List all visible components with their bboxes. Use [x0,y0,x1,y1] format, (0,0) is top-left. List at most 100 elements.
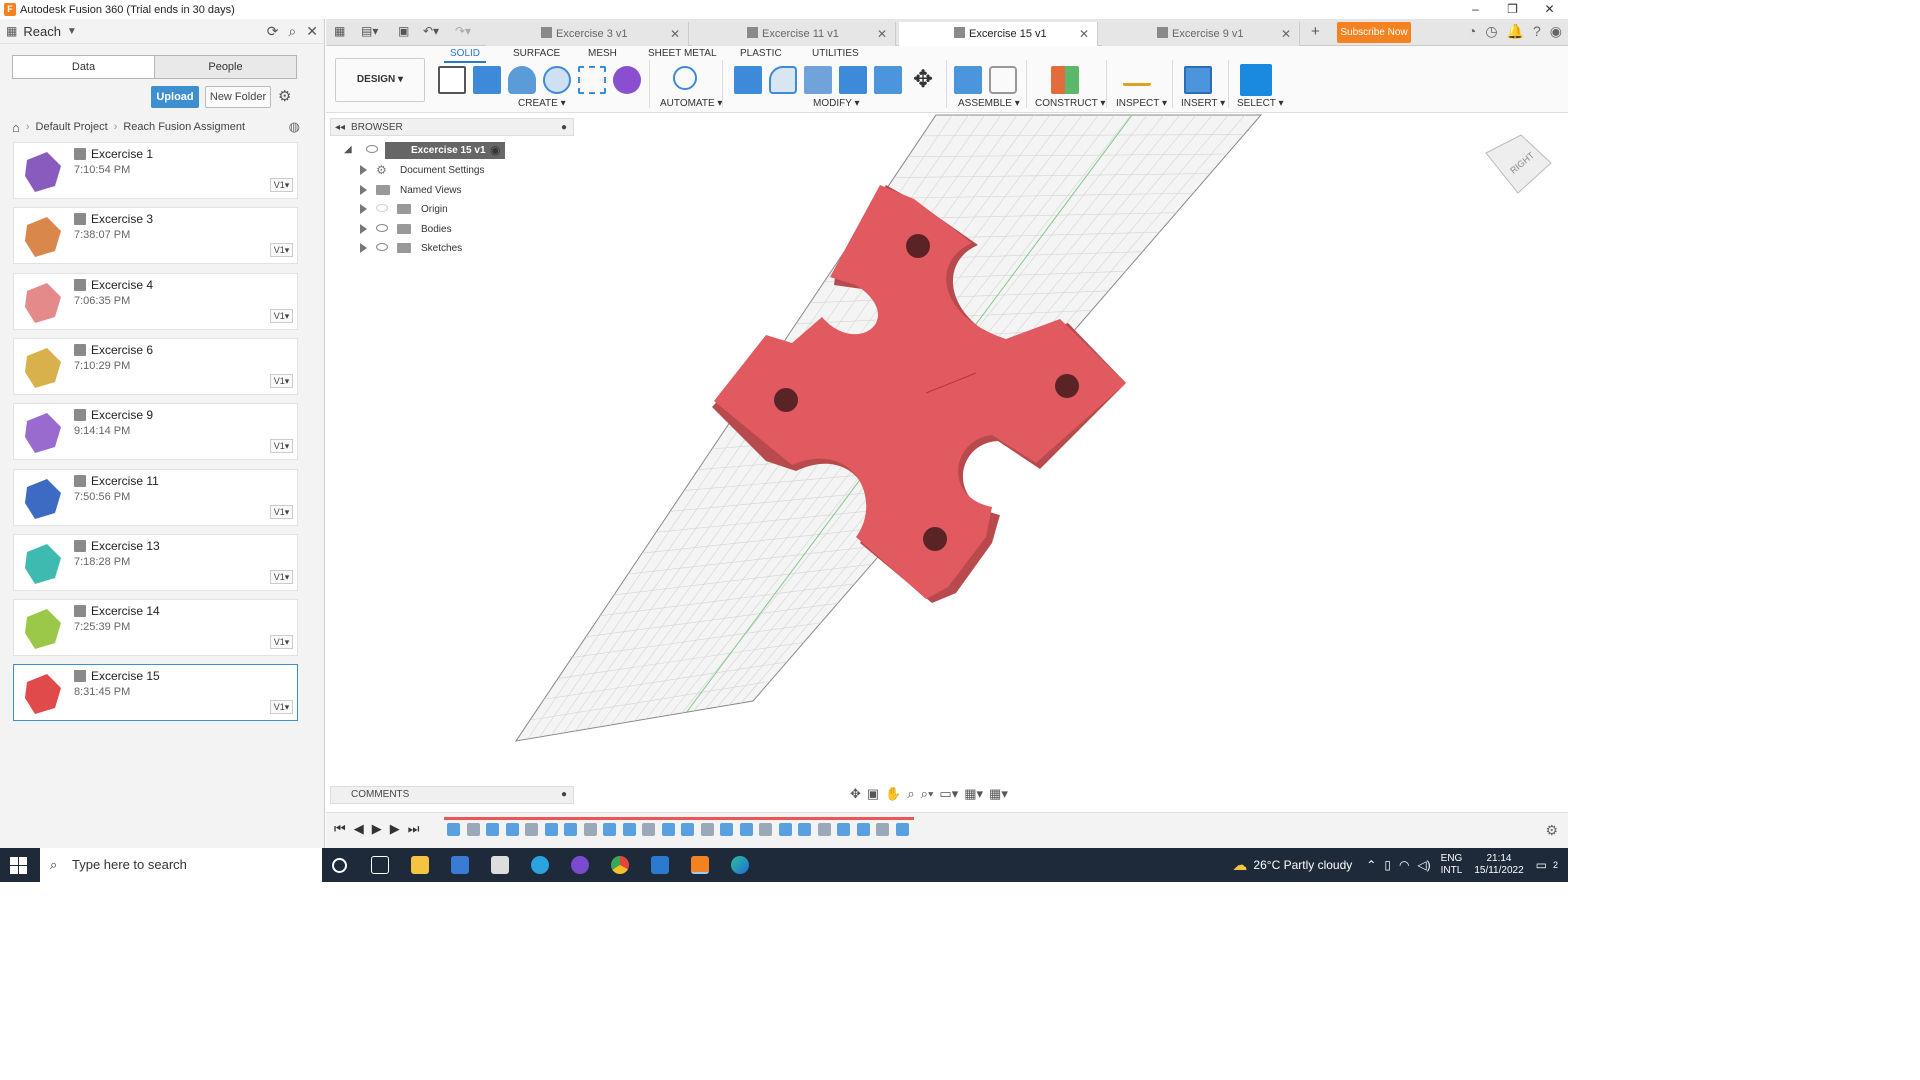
home-icon[interactable]: ⌂ [12,120,20,135]
step-forward-icon[interactable]: ▶ [390,821,400,837]
tab-solid[interactable]: SOLID [443,48,487,63]
expand-triangle-icon[interactable] [360,204,367,215]
visibility-icon[interactable] [376,223,388,232]
close-tab-icon[interactable]: ✕ [1079,22,1089,46]
timeline-feature[interactable] [817,823,831,836]
file-item[interactable]: Excercise 4 7:06:35 PM V1▾ [13,272,298,330]
tab-plastic[interactable]: PLASTIC [740,48,782,59]
save-icon[interactable]: ▣ [398,24,409,38]
go-to-end-icon[interactable]: ⏭ [408,821,420,837]
fillet-icon[interactable] [769,66,797,94]
file-item[interactable]: Excercise 13 7:18:28 PM V1▾ [13,533,298,591]
collapse-triangle-icon[interactable]: ◢ [344,144,352,155]
combine-icon[interactable] [874,66,902,94]
version-dropdown[interactable]: V1▾ [270,439,293,454]
go-to-start-icon[interactable]: ⏮ [334,821,346,837]
team-name[interactable]: Reach [23,24,61,39]
timeline-feature[interactable] [544,823,558,836]
new-folder-button[interactable]: New Folder [205,86,271,108]
insert-menu[interactable]: INSERT ▾ [1181,98,1225,109]
select-menu[interactable]: SELECT ▾ [1237,98,1284,109]
new-tab-icon[interactable]: + [1311,23,1320,40]
timeline-feature[interactable] [447,823,460,836]
file-menu-icon[interactable]: ▤▾ [361,24,378,38]
timeline-feature[interactable] [778,823,792,836]
shell-icon[interactable] [839,66,867,94]
tab-mesh[interactable]: MESH [588,48,617,59]
version-dropdown[interactable]: V1▾ [270,569,293,584]
close-panel-icon[interactable]: ✕ [306,23,318,40]
view-cube[interactable]: RIGHT [1485,134,1552,194]
fit-icon[interactable]: ⌕▾ [921,786,934,806]
timeline-feature[interactable] [622,823,636,836]
visibility-icon[interactable] [376,243,388,252]
timeline-feature[interactable] [720,823,733,836]
timeline-feature[interactable] [681,823,694,836]
timeline-feature[interactable] [564,823,577,836]
timeline-feature[interactable] [661,823,675,836]
collapse-icon[interactable]: ◂◂ [335,122,345,133]
expand-triangle-icon[interactable] [360,165,367,175]
select-icon[interactable] [1240,64,1272,96]
breadcrumb-folder[interactable]: Reach Fusion Assigment [123,121,245,133]
visibility-icon[interactable] [366,145,378,153]
file-item[interactable]: Excercise 1 7:10:54 PM V1▾ [13,142,298,199]
tab-utilities[interactable]: UTILITIES [812,48,859,59]
tab-surface[interactable]: SURFACE [513,48,560,59]
timeline-track[interactable] [444,817,914,820]
form-icon[interactable] [613,66,641,94]
breadcrumb-project[interactable]: Default Project [36,121,108,133]
file-item[interactable]: Excercise 3 7:38:07 PM V1▾ [13,207,298,265]
close-tab-icon[interactable]: ✕ [1281,22,1291,46]
inspect-menu[interactable]: INSPECT ▾ [1116,98,1167,109]
browser-node[interactable]: Origin [330,200,530,220]
browser-root[interactable]: ◢ Excercise 15 v1 ◉ [330,141,510,161]
timeline-feature[interactable] [466,823,480,836]
notifications-icon[interactable]: 🔔 [1507,23,1524,40]
create-sketch-icon[interactable] [438,66,466,94]
clock[interactable]: 21:14 15/11/2022 [1474,853,1523,877]
timeline-feature[interactable] [525,823,538,836]
tab-excercise-15[interactable]: Excercise 15 v1 ✕ [899,22,1098,46]
chevron-down-icon[interactable]: ▼ [67,26,77,37]
timeline-feature[interactable] [603,823,616,836]
design-workspace-button[interactable]: DESIGN ▾ [335,58,425,102]
automate-icon[interactable] [673,66,697,90]
display-settings-icon[interactable]: ▭▾ [939,786,958,806]
orbit-icon[interactable]: ✥ [850,786,861,806]
construct-menu[interactable]: CONSTRUCT ▾ [1035,98,1105,109]
version-dropdown[interactable]: V1▾ [270,243,293,258]
user-avatar[interactable]: ◉ [1550,23,1562,40]
timeline-feature[interactable] [505,823,519,836]
file-item[interactable]: Excercise 14 7:25:39 PM V1▾ [13,599,298,657]
chrome-icon[interactable] [611,856,629,874]
minimize-button[interactable]: – [1457,0,1494,19]
redo-icon[interactable]: ↷▾ [455,24,471,38]
timeline-feature[interactable] [856,823,870,836]
timeline-feature[interactable] [895,823,909,836]
timeline-feature[interactable] [837,823,850,836]
tab-excercise-9[interactable]: Excercise 9 v1 ✕ [1102,22,1300,46]
settings-gear-icon[interactable]: ⚙ [278,87,291,105]
play-icon[interactable]: ▶ [372,821,382,837]
expand-triangle-icon[interactable] [360,184,367,195]
network-icon[interactable]: ▯ [1384,858,1391,872]
telegram-icon[interactable] [531,856,549,874]
move-icon[interactable]: ✥ [909,66,937,94]
timeline-feature[interactable] [798,823,811,836]
weather-icon[interactable]: ☁ [1232,856,1247,874]
assemble-menu[interactable]: ASSEMBLE ▾ [958,98,1020,109]
search-icon[interactable]: ⌕ [288,23,296,40]
weather-text[interactable]: 26°C Partly cloudy [1253,858,1352,872]
browser-node[interactable]: ⚙ Document Settings [330,161,530,181]
github-icon[interactable] [571,856,589,874]
timeline-feature[interactable] [739,823,753,836]
grid-icon[interactable]: ▦ [6,24,17,38]
chamfer-icon[interactable] [804,66,832,94]
close-button[interactable]: ✕ [1531,0,1568,19]
edge-icon[interactable] [731,856,749,874]
press-pull-icon[interactable] [734,66,762,94]
browser-node[interactable]: Sketches [330,239,530,259]
browser-node[interactable]: Bodies [330,220,530,240]
upload-button[interactable]: Upload [151,86,199,108]
